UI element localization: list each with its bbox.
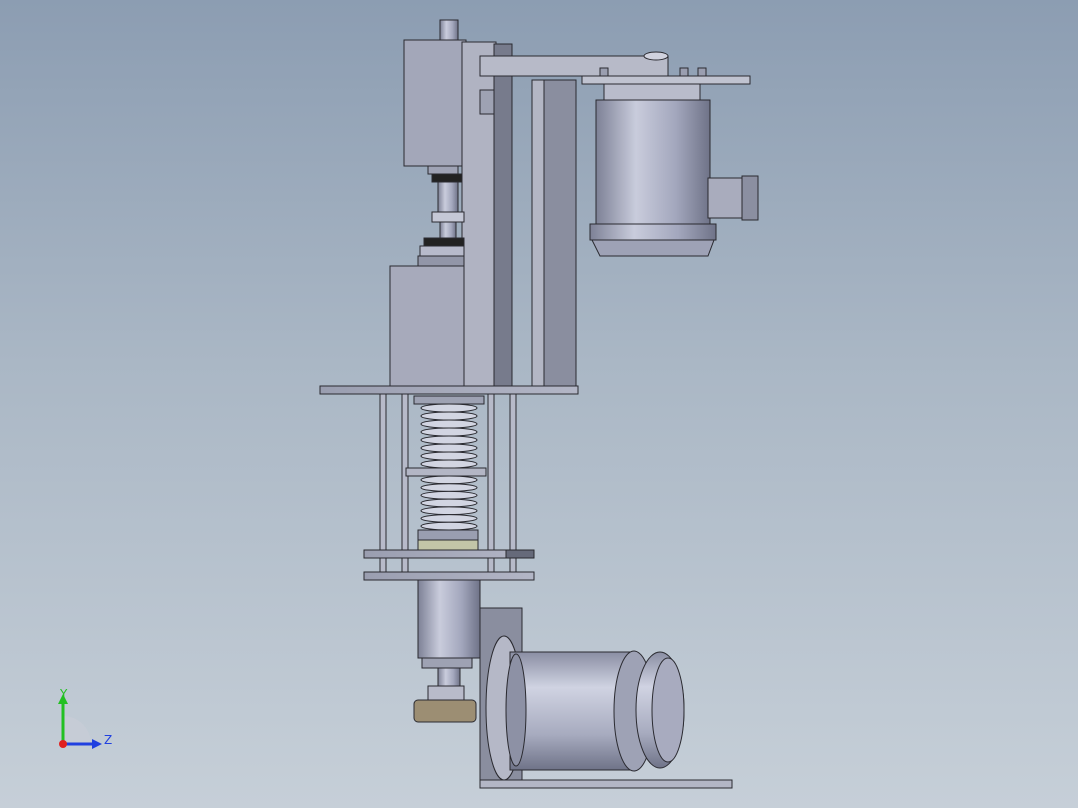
cad-viewport[interactable]: Y Z: [0, 0, 1078, 808]
spring-coil: [420, 459, 478, 469]
spring-coil: [420, 427, 478, 437]
base-plate: [319, 385, 579, 395]
motor-mount-plate: [581, 75, 751, 85]
y-axis-label: Y: [59, 687, 68, 701]
spring-coil: [420, 475, 478, 485]
spring-coil: [420, 451, 478, 461]
spring-coil: [420, 521, 478, 531]
lower-gearbox: [389, 265, 465, 389]
spring-coil: [420, 403, 478, 413]
spring-coil: [420, 411, 478, 421]
compression-spring: [420, 403, 478, 531]
top-shaft: [439, 19, 459, 43]
spring-coil: [420, 483, 478, 492]
lower-shaft-housing: [417, 579, 481, 659]
top-arm: [479, 55, 669, 77]
coordinate-triad: Y Z: [58, 687, 112, 749]
z-axis-label: Z: [104, 733, 112, 747]
worm-gear: [413, 699, 477, 723]
spring-coil: [420, 498, 478, 508]
z-axis-arrow: [92, 739, 102, 749]
spring-coil: [420, 490, 478, 500]
spring-coil: [420, 514, 478, 523]
x-axis-dot: [59, 740, 67, 748]
spring-coil: [420, 419, 478, 429]
upper-gearbox: [403, 39, 467, 167]
column-plate-side: [493, 43, 513, 389]
mechanical-assembly-model[interactable]: [0, 0, 1078, 808]
spring-coil: [420, 506, 478, 516]
upper-motor-body: [595, 99, 711, 225]
spring-coil: [420, 435, 478, 445]
spring-coil: [420, 443, 478, 453]
